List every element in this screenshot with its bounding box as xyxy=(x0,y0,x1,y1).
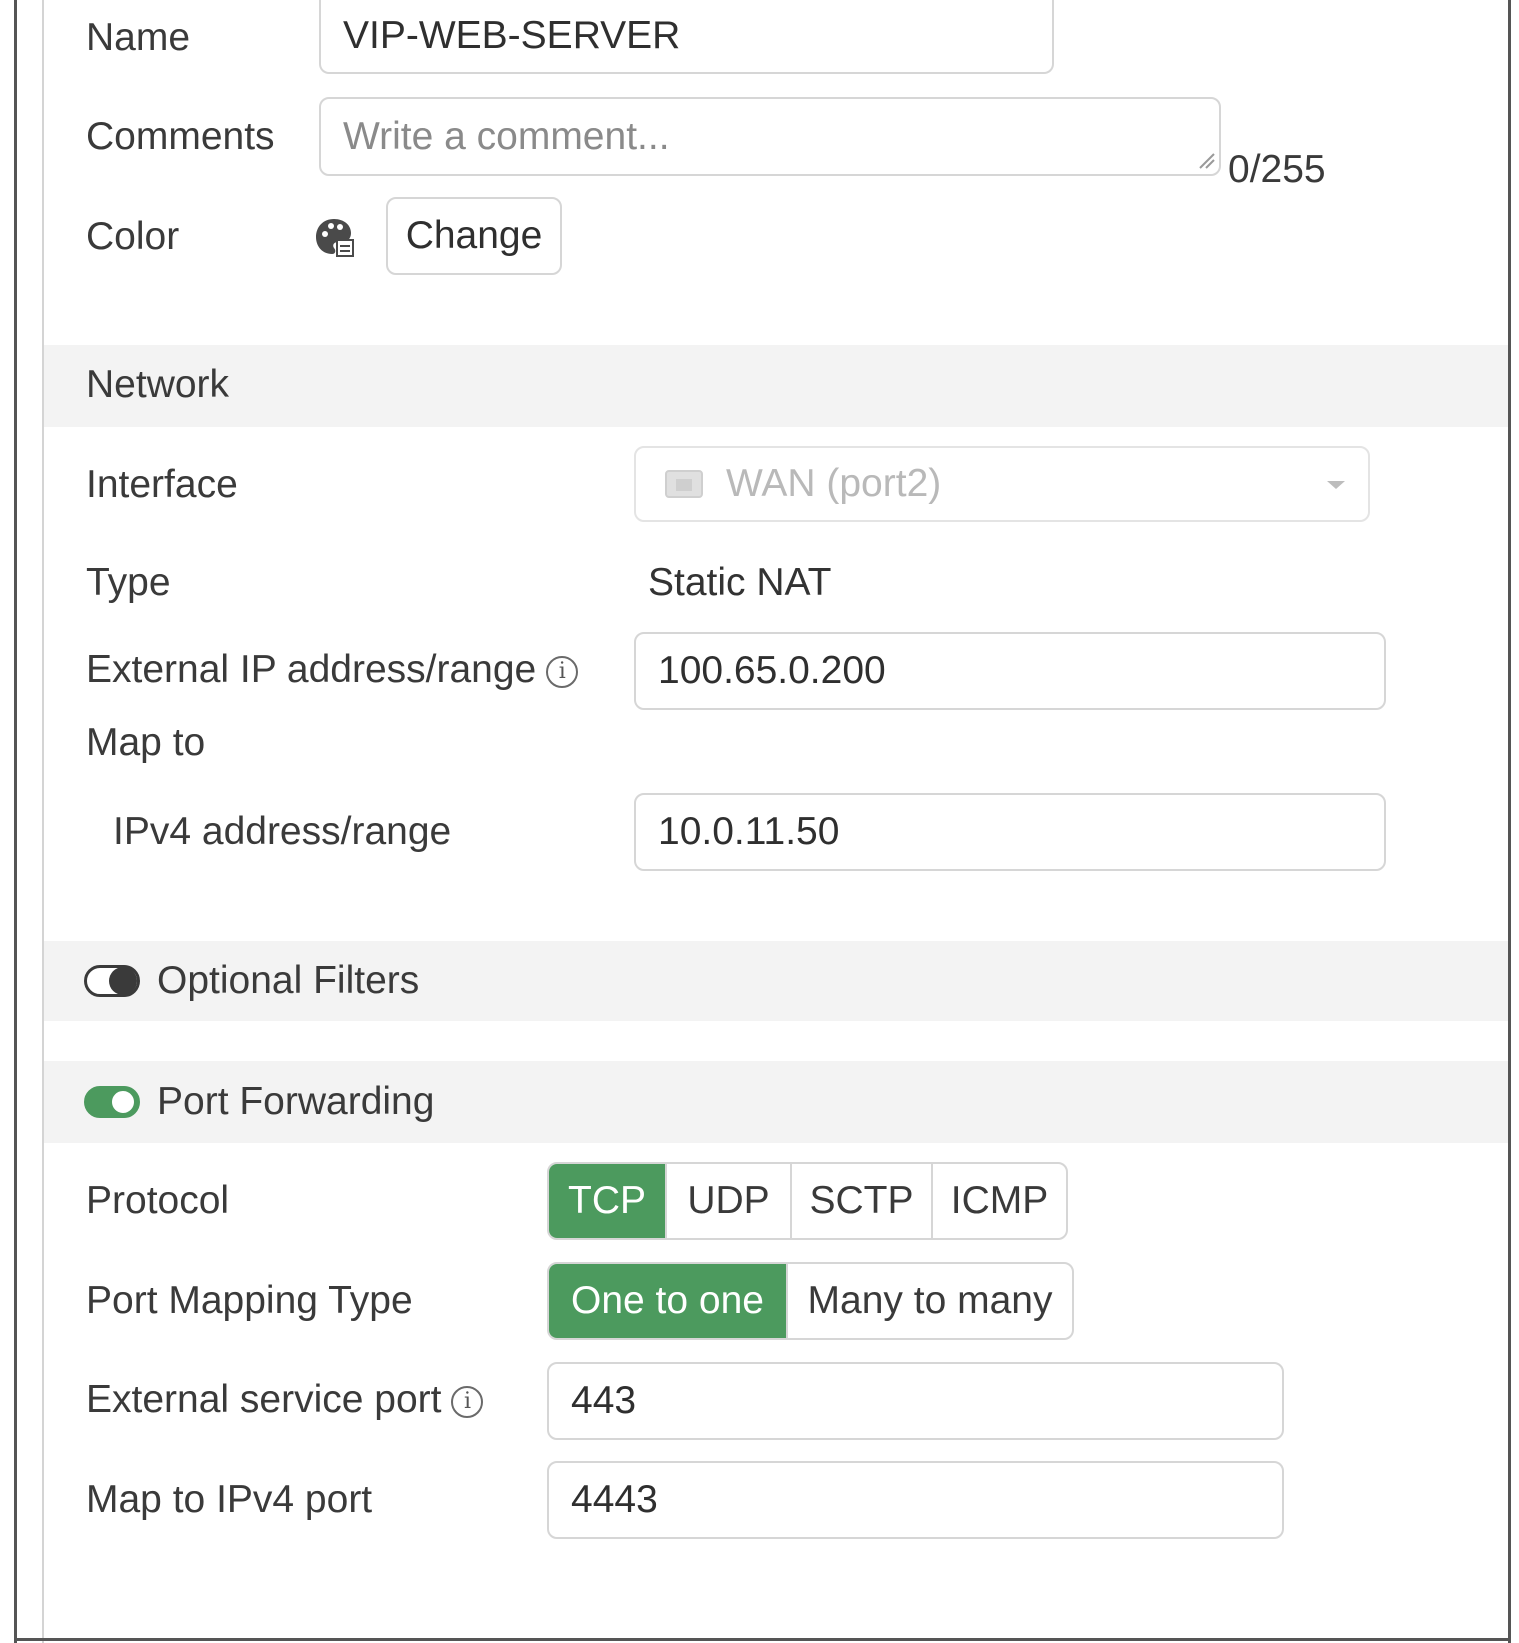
port-mapping-many-to-many[interactable]: Many to many xyxy=(786,1264,1072,1338)
protocol-option-icmp[interactable]: ICMP xyxy=(931,1164,1066,1238)
change-color-button[interactable]: Change xyxy=(386,197,562,275)
optional-filters-label: Optional Filters xyxy=(157,959,420,1002)
interface-select[interactable]: WAN (port2) xyxy=(634,446,1370,522)
frame-border-right xyxy=(1508,0,1511,1643)
info-icon[interactable]: i xyxy=(546,655,579,688)
frame-border-bottom xyxy=(14,1638,1511,1641)
external-port-label-row: External service port i xyxy=(86,1377,484,1423)
network-port-icon xyxy=(665,470,703,498)
optional-filters-toggle[interactable] xyxy=(84,965,140,997)
color-label: Color xyxy=(86,215,180,258)
map-port-label: Map to IPv4 port xyxy=(86,1478,373,1521)
port-forwarding-label: Port Forwarding xyxy=(157,1080,435,1123)
chevron-down-icon xyxy=(1327,481,1345,489)
port-mapping-type-label: Port Mapping Type xyxy=(86,1279,413,1322)
protocol-option-sctp[interactable]: SCTP xyxy=(790,1164,931,1238)
protocol-label: Protocol xyxy=(86,1179,230,1222)
type-label: Type xyxy=(86,561,171,604)
toggle-knob xyxy=(109,1088,137,1116)
name-label: Name xyxy=(86,16,191,59)
external-port-label: External service port xyxy=(86,1378,442,1421)
port-forwarding-toggle[interactable] xyxy=(84,1086,140,1118)
comments-label: Comments xyxy=(86,115,275,158)
interface-label: Interface xyxy=(86,463,238,506)
external-ip-label: External IP address/range xyxy=(86,648,537,691)
frame-border-left xyxy=(14,0,17,1643)
comments-counter: 0/255 xyxy=(1228,148,1326,191)
network-section-title: Network xyxy=(86,363,230,406)
network-section-header xyxy=(44,345,1508,427)
protocol-option-tcp[interactable]: TCP xyxy=(549,1164,665,1238)
comments-textarea[interactable]: Write a comment... xyxy=(319,97,1221,176)
panel-border-left xyxy=(42,0,44,1643)
protocol-selector: TCP UDP SCTP ICMP xyxy=(547,1162,1068,1240)
port-mapping-selector: One to one Many to many xyxy=(547,1262,1074,1340)
name-input[interactable]: VIP-WEB-SERVER xyxy=(319,0,1054,74)
protocol-option-udp[interactable]: UDP xyxy=(665,1164,790,1238)
type-value: Static NAT xyxy=(648,561,832,604)
map-port-input[interactable]: 4443 xyxy=(547,1461,1284,1539)
ipv4-label: IPv4 address/range xyxy=(113,810,452,853)
port-mapping-one-to-one[interactable]: One to one xyxy=(549,1264,786,1338)
external-port-input[interactable]: 443 xyxy=(547,1362,1284,1440)
interface-value: WAN (port2) xyxy=(726,462,942,505)
external-ip-label-row: External IP address/range i xyxy=(86,647,579,693)
info-icon[interactable]: i xyxy=(451,1385,484,1418)
toggle-knob xyxy=(109,967,137,995)
palette-icon xyxy=(316,219,354,257)
resize-handle-icon[interactable] xyxy=(1196,150,1216,170)
ipv4-input[interactable]: 10.0.11.50 xyxy=(634,793,1386,871)
map-to-label: Map to xyxy=(86,721,206,764)
external-ip-input[interactable]: 100.65.0.200 xyxy=(634,632,1386,710)
